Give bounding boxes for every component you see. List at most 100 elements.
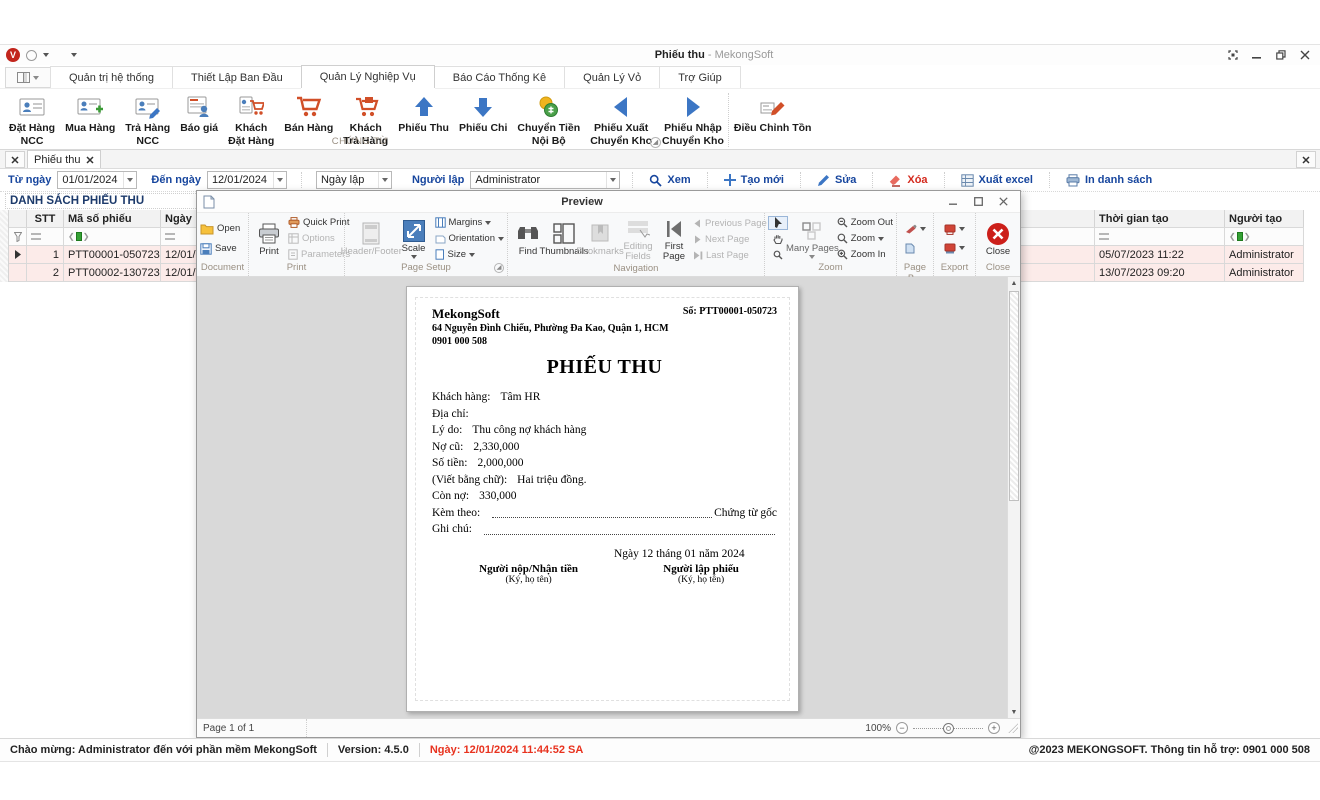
quick-access-icon[interactable] — [26, 50, 37, 61]
supplier-return-icon — [135, 93, 161, 121]
tab-quan-ly-nghiep-vu[interactable]: Quản Lý Nghiệp Vụ — [301, 65, 435, 88]
filter-stt[interactable] — [27, 228, 64, 245]
watermark-button[interactable] — [905, 222, 926, 236]
preview-title-bar[interactable]: Preview — [197, 191, 1020, 213]
preview-minimize-icon[interactable] — [949, 197, 958, 206]
zoom-in-button[interactable]: Zoom In — [837, 248, 893, 262]
scale-icon — [402, 218, 426, 244]
header-creator[interactable]: Người tạo — [1225, 210, 1304, 227]
save-button[interactable]: Save — [200, 242, 240, 256]
send-email-button[interactable] — [944, 241, 965, 255]
zoom-minus-button[interactable]: − — [896, 722, 908, 734]
ribbon-item-ban-hang[interactable]: Bán Hàng — [279, 92, 338, 137]
resize-grip[interactable] — [1008, 723, 1018, 733]
to-date-input[interactable]: 12/01/2024 — [207, 171, 287, 189]
edit-button[interactable]: Sửa — [807, 174, 866, 187]
from-date-dropdown-icon[interactable] — [123, 172, 136, 188]
scale-button[interactable]: Scale — [397, 217, 431, 260]
zoom-out-button[interactable]: Zoom Out — [837, 216, 893, 230]
ribbon-item-bao-gia[interactable]: Báo giá — [175, 92, 223, 137]
preview-vertical-scrollbar[interactable]: ▲ ▼ — [1007, 277, 1020, 718]
minimize-icon[interactable] — [1252, 50, 1262, 60]
preview-toolbar: Open Save Document Print — [197, 213, 1020, 277]
bookmarks-button[interactable]: Bookmarks — [583, 220, 617, 258]
view-button[interactable]: Xem — [639, 174, 700, 187]
last-page-button[interactable]: Last Page — [693, 248, 767, 262]
tab-quan-ly-vo[interactable]: Quản Lý Vỏ — [564, 66, 660, 88]
ribbon-panes-button[interactable] — [5, 67, 51, 88]
binoculars-icon — [516, 221, 540, 247]
warehouse-out-icon — [608, 93, 634, 121]
header-footer-button[interactable]: Header/Footer — [348, 220, 395, 258]
ribbon-item-mua-hang[interactable]: Mua Hàng — [60, 92, 120, 137]
margins-button[interactable]: Margins — [435, 216, 504, 230]
toolbar-caret-icon[interactable] — [71, 53, 77, 57]
creator-dropdown-icon[interactable] — [606, 172, 619, 188]
filter-bar: Từ ngày 01/01/2024 Đến ngày 12/01/2024 N… — [0, 169, 1320, 192]
many-pages-button[interactable]: Many Pages — [790, 217, 835, 260]
quick-access-caret-icon[interactable] — [43, 53, 49, 57]
tab-quan-tri-he-thong[interactable]: Quản trị hệ thống — [50, 66, 173, 88]
zoom-slider-thumb[interactable] — [943, 723, 954, 734]
equals-filter-icon — [31, 233, 41, 240]
zoom-plus-button[interactable]: + — [988, 722, 1000, 734]
header-stt[interactable]: STT — [27, 210, 64, 227]
orientation-caret-icon — [498, 237, 504, 241]
group-label-page-setup: Page Setup◢ — [345, 262, 507, 276]
filter-code[interactable]: ❮❯ — [64, 228, 161, 245]
ribbon-item-dieu-chinh-ton[interactable]: Điều Chỉnh Tồn — [729, 92, 817, 137]
orientation-button[interactable]: Orientation — [435, 232, 504, 246]
fullscreen-icon[interactable] — [1228, 50, 1238, 60]
group-dialog-launcher-icon[interactable]: ◢ — [650, 137, 661, 148]
scrollbar-thumb[interactable] — [1009, 291, 1019, 501]
next-page-button[interactable]: Next Page — [693, 232, 767, 246]
zoom-slider[interactable] — [913, 728, 983, 729]
page-setup-launcher-icon[interactable]: ◢ — [494, 263, 504, 273]
preview-close-icon[interactable] — [999, 197, 1008, 206]
scroll-down-icon[interactable]: ▼ — [1008, 706, 1020, 718]
tab-thiet-lap-ban-dau[interactable]: Thiết Lập Ban Đầu — [172, 66, 302, 88]
header-code[interactable]: Mã số phiếu — [64, 210, 161, 227]
create-new-button[interactable]: Tạo mới — [714, 174, 794, 186]
options-button[interactable]: Options — [288, 232, 350, 246]
date-type-dropdown-icon[interactable] — [378, 172, 391, 188]
size-button[interactable]: Size — [435, 248, 504, 262]
pointer-tool-button[interactable] — [768, 216, 788, 230]
tab-tro-giup[interactable]: Trợ Giúp — [659, 66, 740, 88]
print-list-button[interactable]: In danh sách — [1056, 174, 1162, 187]
save-floppy-icon — [200, 243, 212, 255]
editing-fields-button[interactable]: Editing Fields — [619, 215, 657, 263]
preview-maximize-icon[interactable] — [974, 197, 983, 206]
close-icon[interactable] — [1300, 50, 1310, 60]
doc-tab-close-icon[interactable] — [86, 156, 94, 164]
old-debt-label: Nợ cũ: — [432, 439, 463, 456]
date-type-select[interactable]: Ngày lập — [316, 171, 392, 189]
page-color-button[interactable] — [905, 241, 926, 255]
ribbon-item-phieu-thu[interactable]: Phiếu Thu — [393, 92, 454, 137]
doc-tab-phieu-thu[interactable]: Phiếu thu — [27, 150, 101, 168]
row-indicator-icon — [9, 246, 27, 263]
zoom-button[interactable]: Zoom — [837, 232, 893, 246]
tab-row-close-button[interactable] — [1296, 151, 1316, 168]
restore-icon[interactable] — [1276, 50, 1286, 60]
open-button[interactable]: Open — [200, 222, 240, 236]
close-preview-button[interactable]: Close — [981, 220, 1015, 258]
scroll-up-icon[interactable]: ▲ — [1008, 277, 1020, 289]
filter-created[interactable] — [1095, 228, 1225, 245]
delete-button[interactable]: Xóa — [879, 174, 937, 187]
to-date-dropdown-icon[interactable] — [273, 172, 286, 188]
previous-page-button[interactable]: Previous Page — [693, 216, 767, 230]
print-button[interactable]: Print — [252, 220, 286, 258]
quick-print-button[interactable]: Quick Print — [288, 216, 350, 230]
export-document-button[interactable] — [944, 222, 965, 236]
tab-list-close-button[interactable] — [5, 151, 25, 168]
creator-select[interactable]: Administrator — [470, 171, 620, 189]
ribbon-item-phieu-chi[interactable]: Phiếu Chi — [454, 92, 512, 137]
export-excel-button[interactable]: Xuất excel — [951, 174, 1043, 187]
first-page-button[interactable]: First Page — [659, 215, 689, 263]
tab-bao-cao-thong-ke[interactable]: Báo Cáo Thống Kê — [434, 66, 565, 88]
header-created[interactable]: Thời gian tạo — [1095, 210, 1225, 227]
group-label-zoom: Zoom — [765, 262, 896, 276]
from-date-input[interactable]: 01/01/2024 — [57, 171, 137, 189]
filter-creator[interactable]: ❮❯ — [1225, 228, 1304, 245]
